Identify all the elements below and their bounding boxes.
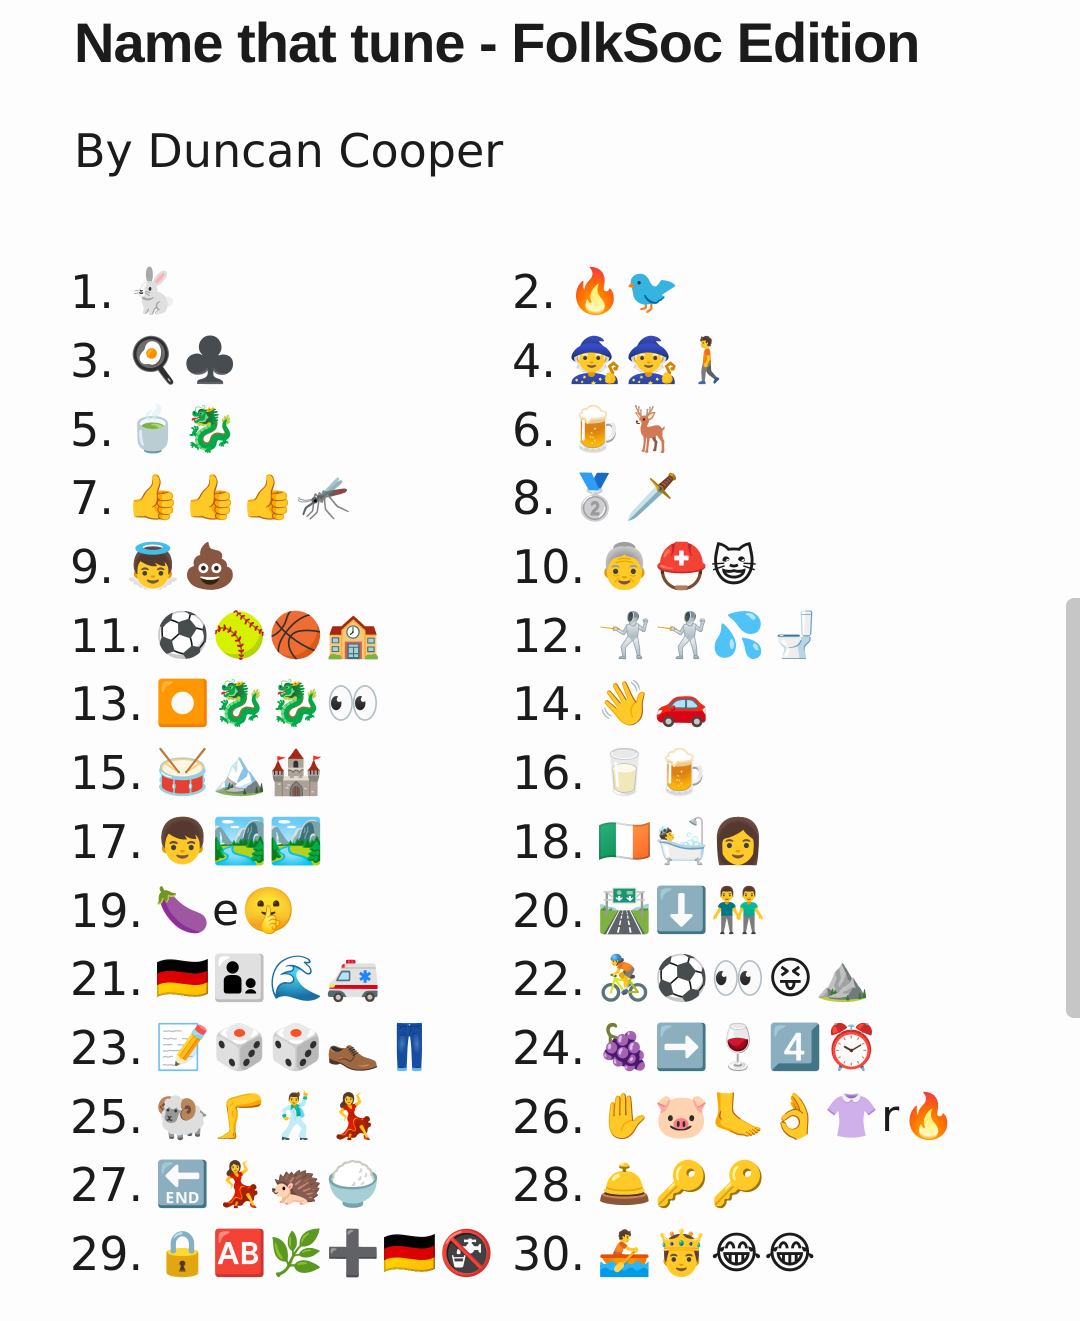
clue-number: 25. bbox=[70, 1089, 144, 1144]
clue-emoji: 🔚💃🦔🍚 bbox=[155, 1159, 383, 1211]
clue-item: 29. 🔒🆎🌿➕🇩🇪🚱 bbox=[70, 1220, 512, 1289]
clue-item: 1. 🐇 bbox=[70, 258, 512, 327]
clue-number: 14. bbox=[512, 677, 586, 732]
clue-item: 2. 🔥🐦 bbox=[512, 258, 1060, 327]
clue-number: 2. bbox=[512, 265, 556, 320]
clue-emoji: 👼💩 bbox=[125, 541, 240, 593]
clue-emoji: 🇮🇪🛀👩 bbox=[597, 815, 768, 867]
clue-emoji: 🤺🤺💦🚽 bbox=[597, 609, 825, 661]
clue-emoji: 👵⛑️😺 bbox=[597, 541, 759, 593]
clue-number: 20. bbox=[512, 883, 586, 938]
clue-number: 5. bbox=[70, 402, 114, 457]
clue-item: 6. 🍺🦌 bbox=[512, 395, 1060, 464]
clue-number: 8. bbox=[512, 471, 556, 526]
clue-number: 19. bbox=[70, 883, 144, 938]
clue-item: 5. 🍵🐉 bbox=[70, 395, 512, 464]
clue-emoji: 🔒🆎🌿➕🇩🇪🚱 bbox=[155, 1227, 496, 1279]
clue-item: 28. 🛎️🔑🔑 bbox=[512, 1151, 1060, 1220]
clue-number: 22. bbox=[512, 952, 586, 1007]
clue-number: 23. bbox=[70, 1020, 144, 1075]
clue-emoji: 🥈🗡️ bbox=[567, 472, 682, 524]
clue-emoji: 🛎️🔑🔑 bbox=[597, 1159, 768, 1211]
clue-number: 7. bbox=[70, 471, 114, 526]
clue-grid: 1. 🐇 2. 🔥🐦 3. 🍳♣️ 4. 🧙🧙🚶 5. 🍵🐉 6. 🍺🦌 7. 👍👍👍🦟 8. 🥈🗡️ 9. 👼💩… bbox=[70, 258, 1060, 1288]
clue-emoji: 👍👍👍🦟 bbox=[125, 472, 354, 524]
clue-number: 6. bbox=[512, 402, 556, 457]
clue-number: 1. bbox=[70, 265, 114, 320]
clue-item: 15. 🥁🏔️🏰 bbox=[70, 739, 512, 808]
clue-item: 17. 👦🏞️🏞️ bbox=[70, 808, 512, 877]
clue-emoji: ✋🐷🦶👌👚r🔥 bbox=[597, 1090, 958, 1142]
clue-emoji: 🐇 bbox=[125, 266, 183, 318]
clue-number: 24. bbox=[512, 1020, 586, 1075]
clue-emoji: 🔥🐦 bbox=[567, 266, 682, 318]
clue-number: 13. bbox=[70, 677, 144, 732]
clue-emoji: 🍆e🤫 bbox=[155, 884, 298, 936]
clue-item: 18. 🇮🇪🛀👩 bbox=[512, 808, 1060, 877]
clue-number: 30. bbox=[512, 1226, 586, 1281]
clue-emoji: 📝🎲🎲👞👖 bbox=[155, 1021, 440, 1073]
clue-item: 13. ⏺️🐉🐉👀 bbox=[70, 670, 512, 739]
clue-item: 27. 🔚💃🦔🍚 bbox=[70, 1151, 512, 1220]
clue-emoji: 🍺🦌 bbox=[567, 403, 682, 455]
clue-item: 21. 🇩🇪👨‍👦🌊🚑 bbox=[70, 945, 512, 1014]
clue-item: 14. 👋🚗 bbox=[512, 670, 1060, 739]
clue-number: 12. bbox=[512, 608, 586, 663]
clue-item: 30. 🚣🤴😂😂 bbox=[512, 1220, 1060, 1289]
clue-item: 20. 🛣️⬇️👬 bbox=[512, 876, 1060, 945]
clue-number: 15. bbox=[70, 746, 144, 801]
clue-number: 10. bbox=[512, 540, 586, 595]
clue-emoji: 👦🏞️🏞️ bbox=[155, 815, 326, 867]
clue-item: 19. 🍆e🤫 bbox=[70, 876, 512, 945]
clue-emoji: 🍇➡️🍷4️⃣⏰ bbox=[597, 1021, 882, 1073]
clue-item: 11. ⚽🥎🏀🏫 bbox=[70, 601, 512, 670]
clue-emoji: 🥁🏔️🏰 bbox=[155, 747, 326, 799]
clue-emoji: 🍳♣️ bbox=[125, 335, 240, 387]
clue-number: 3. bbox=[70, 334, 114, 389]
clue-number: 11. bbox=[70, 608, 144, 663]
clue-item: 26. ✋🐷🦶👌👚r🔥 bbox=[512, 1082, 1060, 1151]
clue-item: 12. 🤺🤺💦🚽 bbox=[512, 601, 1060, 670]
clue-number: 9. bbox=[70, 540, 114, 595]
clue-item: 10. 👵⛑️😺 bbox=[512, 533, 1060, 602]
clue-emoji: 🛣️⬇️👬 bbox=[597, 884, 768, 936]
clue-emoji: ⏺️🐉🐉👀 bbox=[155, 678, 383, 730]
scrollbar-thumb[interactable] bbox=[1066, 598, 1080, 1018]
clue-number: 26. bbox=[512, 1089, 586, 1144]
clue-item: 3. 🍳♣️ bbox=[70, 327, 512, 396]
clue-item: 7. 👍👍👍🦟 bbox=[70, 464, 512, 533]
author-line: By Duncan Cooper bbox=[74, 124, 504, 178]
clue-emoji: 👋🚗 bbox=[597, 678, 711, 730]
clue-item: 23. 📝🎲🎲👞👖 bbox=[70, 1014, 512, 1083]
clue-number: 4. bbox=[512, 334, 556, 389]
clue-number: 27. bbox=[70, 1158, 144, 1213]
clue-item: 24. 🍇➡️🍷4️⃣⏰ bbox=[512, 1014, 1060, 1083]
clue-item: 8. 🥈🗡️ bbox=[512, 464, 1060, 533]
clue-item: 25. 🐏🦵🕺💃 bbox=[70, 1082, 512, 1151]
clue-item: 4. 🧙🧙🚶 bbox=[512, 327, 1060, 396]
clue-number: 16. bbox=[512, 746, 586, 801]
clue-emoji: 🚴⚽👀😝⛰️ bbox=[597, 953, 873, 1005]
clue-emoji: 🇩🇪👨‍👦🌊🚑 bbox=[155, 953, 383, 1005]
clue-emoji: 🐏🦵🕺💃 bbox=[155, 1090, 383, 1142]
clue-emoji: 🍵🐉 bbox=[125, 403, 240, 455]
page-title: Name that tune - FolkSoc Edition bbox=[74, 11, 920, 74]
clue-item: 9. 👼💩 bbox=[70, 533, 512, 602]
clue-item: 16. 🥛🍺 bbox=[512, 739, 1060, 808]
clue-emoji: 🚣🤴😂😂 bbox=[597, 1227, 818, 1279]
clue-emoji: 🥛🍺 bbox=[597, 747, 711, 799]
clue-number: 29. bbox=[70, 1226, 144, 1281]
clue-number: 18. bbox=[512, 814, 586, 869]
clue-number: 21. bbox=[70, 952, 144, 1007]
clue-number: 28. bbox=[512, 1158, 586, 1213]
clue-item: 22. 🚴⚽👀😝⛰️ bbox=[512, 945, 1060, 1014]
clue-number: 17. bbox=[70, 814, 144, 869]
clue-emoji: ⚽🥎🏀🏫 bbox=[155, 609, 383, 661]
clue-emoji: 🧙🧙🚶 bbox=[567, 335, 739, 387]
